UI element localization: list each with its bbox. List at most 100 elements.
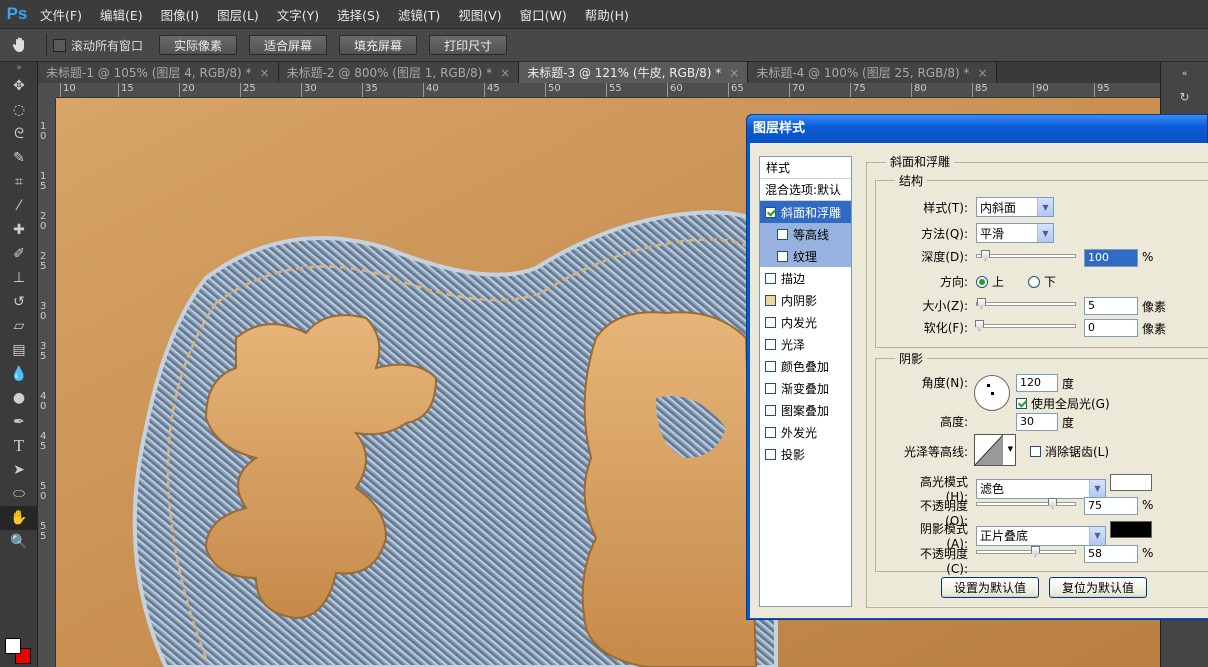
style-item-gradient-overlay[interactable]: 渐变叠加: [760, 377, 851, 399]
blending-options-item[interactable]: 混合选项:默认: [760, 179, 851, 201]
eraser-tool-icon[interactable]: ▱: [0, 314, 38, 338]
shadow-mode-select[interactable]: 正片叠底 ▼: [976, 525, 1106, 546]
foreground-color-swatch[interactable]: [5, 638, 21, 654]
shadow-opacity-slider[interactable]: [976, 546, 1076, 557]
menu-layer[interactable]: 图层(L): [211, 5, 265, 24]
tab-untitled-1[interactable]: 未标题-1 @ 105% (图层 4, RGB/8) * ×: [38, 62, 279, 83]
blur-tool-icon[interactable]: 💧: [0, 362, 38, 386]
expand-panels-icon[interactable]: «: [1170, 68, 1200, 80]
depth-slider[interactable]: [976, 250, 1076, 261]
highlight-color-swatch[interactable]: [1110, 474, 1152, 491]
size-slider[interactable]: [976, 298, 1076, 309]
make-default-button[interactable]: 设置为默认值: [941, 577, 1039, 598]
style-item-drop-shadow[interactable]: 投影: [760, 443, 851, 465]
checkbox[interactable]: [765, 316, 776, 328]
print-size-button[interactable]: 打印尺寸: [429, 35, 508, 55]
menu-type[interactable]: 文字(Y): [271, 5, 325, 24]
style-item-texture[interactable]: 纹理: [760, 245, 851, 267]
stamp-tool-icon[interactable]: ⊥: [0, 266, 38, 290]
highlight-opacity-slider[interactable]: [976, 498, 1076, 509]
healing-brush-tool-icon[interactable]: ✚: [0, 218, 38, 242]
checkbox[interactable]: [777, 250, 788, 262]
style-item-inner-glow[interactable]: 内发光: [760, 311, 851, 333]
anti-alias-option[interactable]: 消除锯齿(L): [1030, 443, 1109, 460]
radio[interactable]: [976, 275, 988, 288]
checkbox[interactable]: [765, 338, 776, 350]
shadow-color-swatch[interactable]: [1110, 521, 1152, 538]
style-item-contour[interactable]: 等高线: [760, 223, 851, 245]
brush-tool-icon[interactable]: ✐: [0, 242, 38, 266]
lasso-tool-icon[interactable]: ᘓ: [0, 122, 38, 146]
menu-view[interactable]: 视图(V): [452, 5, 507, 24]
menu-select[interactable]: 选择(S): [331, 5, 386, 24]
type-tool-icon[interactable]: T: [0, 434, 38, 458]
close-icon[interactable]: ×: [500, 66, 510, 80]
style-item-pattern-overlay[interactable]: 图案叠加: [760, 399, 851, 421]
size-input[interactable]: 5: [1084, 297, 1138, 315]
quick-select-tool-icon[interactable]: ✎: [0, 146, 38, 170]
anti-alias-checkbox[interactable]: [1030, 446, 1041, 457]
close-icon[interactable]: ×: [729, 66, 739, 80]
styles-header[interactable]: 样式: [760, 157, 851, 179]
checkbox[interactable]: [765, 426, 776, 438]
altitude-input[interactable]: 30: [1016, 413, 1058, 431]
direction-up-radio[interactable]: 上: [976, 273, 1004, 290]
style-item-bevel-emboss[interactable]: 斜面和浮雕: [760, 201, 851, 223]
menu-image[interactable]: 图像(I): [155, 5, 205, 24]
bevel-style-select[interactable]: 内斜面 ▼: [976, 197, 1054, 217]
style-item-color-overlay[interactable]: 颜色叠加: [760, 355, 851, 377]
hand-tool-button-icon[interactable]: ✋: [0, 506, 38, 530]
global-light-option[interactable]: 使用全局光(G): [1016, 395, 1110, 412]
collapse-icon[interactable]: »: [0, 62, 38, 74]
move-tool-icon[interactable]: ✥: [0, 74, 38, 98]
checkbox[interactable]: [765, 206, 776, 218]
menu-filter[interactable]: 滤镜(T): [392, 5, 446, 24]
soften-input[interactable]: 0: [1084, 319, 1138, 337]
angle-dial[interactable]: [974, 375, 1010, 411]
menu-window[interactable]: 窗口(W): [514, 5, 573, 24]
scroll-all-windows-option[interactable]: 滚动所有窗口: [53, 37, 143, 54]
highlight-mode-select[interactable]: 滤色 ▼: [976, 478, 1106, 499]
checkbox[interactable]: [777, 228, 788, 240]
close-icon[interactable]: ×: [260, 66, 270, 80]
style-item-outer-glow[interactable]: 外发光: [760, 421, 851, 443]
tab-untitled-2[interactable]: 未标题-2 @ 800% (图层 1, RGB/8) * ×: [278, 62, 520, 83]
dialog-title[interactable]: 图层样式: [747, 115, 1207, 143]
close-icon[interactable]: ×: [977, 66, 987, 80]
direction-down-radio[interactable]: 下: [1028, 273, 1056, 290]
depth-input[interactable]: 100: [1084, 249, 1138, 267]
shape-tool-icon[interactable]: ⬭: [0, 482, 38, 506]
style-item-inner-shadow[interactable]: 内阴影: [760, 289, 851, 311]
radio[interactable]: [1028, 275, 1041, 288]
reset-default-button[interactable]: 复位为默认值: [1049, 577, 1147, 598]
shadow-opacity-input[interactable]: 58: [1084, 545, 1138, 563]
checkbox[interactable]: [765, 404, 776, 416]
marquee-tool-icon[interactable]: ◌: [0, 98, 38, 122]
technique-select[interactable]: 平滑 ▼: [976, 223, 1054, 243]
style-item-satin[interactable]: 光泽: [760, 333, 851, 355]
fit-screen-button[interactable]: 适合屏幕: [249, 35, 328, 55]
fill-screen-button[interactable]: 填充屏幕: [339, 35, 418, 55]
zoom-tool-icon[interactable]: 🔍: [0, 530, 38, 554]
gradient-tool-icon[interactable]: ▤: [0, 338, 38, 362]
scroll-all-checkbox[interactable]: [53, 38, 66, 52]
dodge-tool-icon[interactable]: ●: [0, 386, 38, 410]
menu-edit[interactable]: 编辑(E): [94, 5, 149, 24]
angle-input[interactable]: 120: [1016, 374, 1058, 392]
history-panel-icon[interactable]: ↻: [1170, 86, 1200, 108]
checkbox[interactable]: [765, 272, 776, 284]
hand-tool-icon[interactable]: [0, 36, 40, 54]
pen-tool-icon[interactable]: ✒: [0, 410, 38, 434]
highlight-opacity-input[interactable]: 75: [1084, 497, 1138, 515]
checkbox[interactable]: [765, 382, 776, 394]
eyedropper-tool-icon[interactable]: ⁄: [0, 194, 38, 218]
checkbox[interactable]: [765, 360, 776, 372]
crop-tool-icon[interactable]: ⌗: [0, 170, 38, 194]
global-light-checkbox[interactable]: [1016, 398, 1027, 409]
history-brush-tool-icon[interactable]: ↺: [0, 290, 38, 314]
style-item-stroke[interactable]: 描边: [760, 267, 851, 289]
checkbox[interactable]: [765, 294, 776, 306]
soften-slider[interactable]: [975, 320, 1076, 331]
menu-file[interactable]: 文件(F): [34, 5, 88, 24]
gloss-contour-picker[interactable]: ▼: [974, 434, 1016, 466]
